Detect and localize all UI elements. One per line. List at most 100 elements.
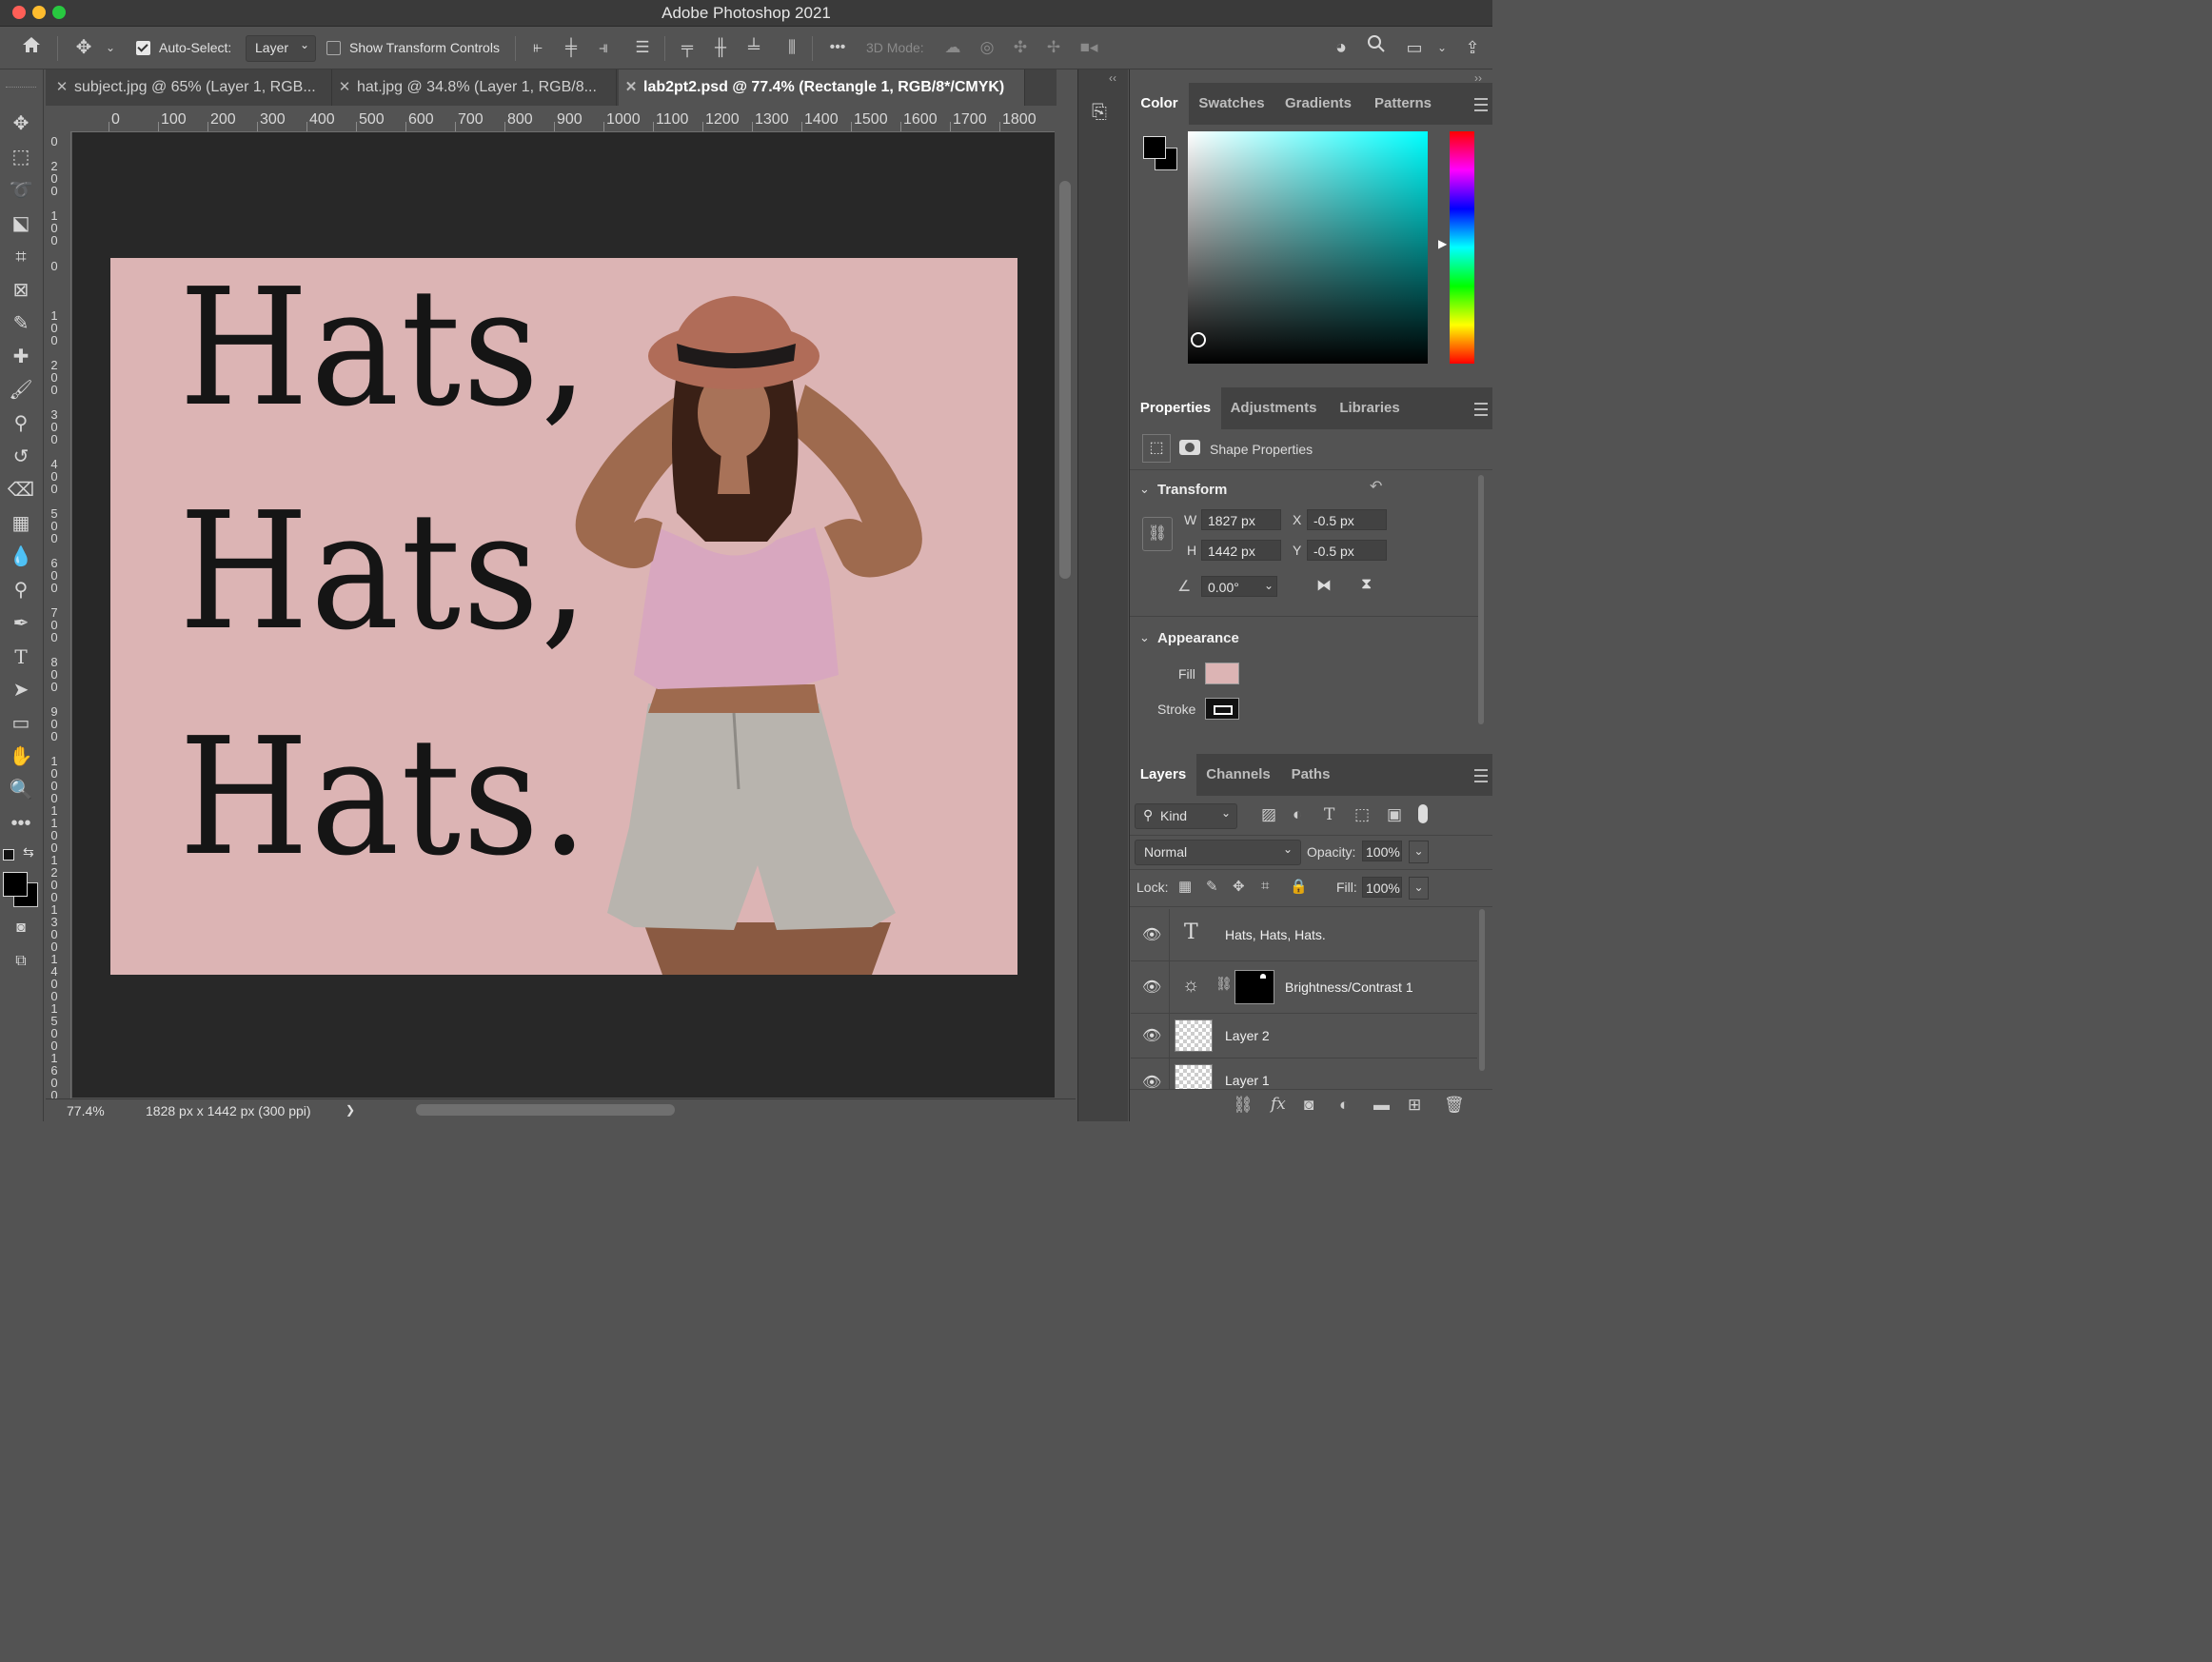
eye-icon[interactable]: 👁 [1142, 1026, 1161, 1045]
eyedropper-tool-icon[interactable]: ✎ [6, 309, 36, 338]
adjustment-layer-icon[interactable]: ◐ [1339, 1096, 1349, 1115]
tab-channels[interactable]: Channels [1196, 754, 1280, 796]
filter-pixel-icon[interactable]: ▨ [1261, 805, 1276, 824]
document-canvas[interactable]: Hats, Hats, Hats. [110, 258, 1017, 975]
more-options-button[interactable]: ••• [824, 34, 851, 61]
panel-menu-icon[interactable] [1474, 98, 1488, 111]
lock-position-icon[interactable]: ✥ [1233, 878, 1245, 895]
move-tool-icon[interactable]: ✥ [70, 34, 97, 61]
foreground-color-swatch[interactable] [1143, 136, 1166, 159]
hand-tool-icon[interactable]: ✋ [6, 742, 36, 771]
reset-transform-icon[interactable]: ↶ [1370, 477, 1382, 496]
tab-layers[interactable]: Layers [1130, 754, 1196, 796]
distribute-vertical-icon[interactable]: ⫼ [780, 34, 803, 61]
chevron-down-icon[interactable]: ⌄ [1434, 34, 1450, 61]
3d-pan-icon[interactable]: ✣ [1008, 34, 1033, 61]
foreground-color-swatch[interactable] [3, 872, 28, 897]
tab-gradients[interactable]: Gradients [1274, 83, 1362, 125]
3d-orbit-icon[interactable]: ☁ [940, 34, 965, 61]
lasso-tool-icon[interactable]: ➰ [6, 176, 36, 205]
show-transform-checkbox[interactable] [326, 41, 341, 55]
frame-tool-icon[interactable]: ⊠ [6, 276, 36, 305]
clone-stamp-tool-icon[interactable]: ⚲ [6, 409, 36, 438]
tab-adjustments[interactable]: Adjustments [1221, 387, 1326, 429]
tab-hat[interactable]: ✕ hat.jpg @ 34.8% (Layer 1, RGB/8... [332, 69, 617, 106]
eye-icon[interactable]: 👁 [1142, 1073, 1161, 1089]
screen-mode-icon[interactable]: ⧉ [6, 947, 36, 976]
pen-tool-icon[interactable]: ✒ [6, 609, 36, 638]
user-help-icon[interactable]: ◕ [1327, 34, 1355, 61]
align-center-h-icon[interactable]: ╪ [560, 34, 583, 61]
new-group-icon[interactable]: ▬ [1373, 1096, 1390, 1115]
layer-name[interactable]: Layer 1 [1225, 1073, 1270, 1088]
chevron-down-icon[interactable]: ⌄ [1409, 877, 1429, 900]
swap-colors-icon[interactable]: ⇆ [23, 844, 34, 861]
rectangle-tool-icon[interactable]: ▭ [6, 709, 36, 738]
eraser-tool-icon[interactable]: ⌫ [6, 476, 36, 505]
panel-menu-icon[interactable] [1474, 769, 1488, 782]
stroke-color-swatch[interactable] [1205, 698, 1239, 720]
tab-libraries[interactable]: Libraries [1326, 387, 1413, 429]
tab-color[interactable]: Color [1130, 83, 1189, 125]
filter-toggle-icon[interactable] [1418, 804, 1428, 823]
auto-select-checkbox[interactable] [136, 41, 150, 55]
lock-pixels-icon[interactable]: ✎ [1206, 878, 1218, 895]
vertical-ruler[interactable]: 0 2 0 0 1 0 0 0 1 0 0 2 0 0 3 0 0 4 0 0 … [46, 131, 71, 1101]
align-bottom-icon[interactable]: ╧ [742, 34, 765, 61]
close-icon[interactable]: ✕ [332, 69, 357, 106]
fill-color-swatch[interactable] [1205, 663, 1239, 684]
type-tool-icon[interactable]: T [6, 643, 36, 671]
appearance-section-title[interactable]: Appearance [1157, 630, 1239, 646]
layer-mask-thumbnail[interactable] [1234, 970, 1274, 1004]
close-icon[interactable]: ✕ [49, 69, 74, 106]
layer-row-layer1[interactable]: 👁 Layer 1 [1131, 1059, 1477, 1089]
width-field[interactable]: 1827 px [1201, 509, 1281, 530]
align-top-icon[interactable]: ╤ [676, 34, 699, 61]
history-panel-icon[interactable]: ⎘ [1092, 102, 1107, 124]
shape-icon[interactable]: ⬚ [1142, 434, 1171, 463]
object-select-tool-icon[interactable]: ⬕ [6, 209, 36, 238]
zoom-level[interactable]: 77.4% [67, 1103, 105, 1118]
crop-tool-icon[interactable]: ⌗ [6, 243, 36, 271]
home-icon[interactable] [17, 34, 46, 61]
lock-all-icon[interactable]: 🔒 [1290, 878, 1308, 895]
chevron-right-icon[interactable]: ❯ [346, 1103, 355, 1117]
close-icon[interactable]: ✕ [619, 69, 643, 106]
filter-adjustment-icon[interactable]: ◐ [1293, 805, 1302, 824]
chevron-down-icon[interactable]: ⌄ [1139, 630, 1150, 645]
document-info[interactable]: 1828 px x 1442 px (300 ppi) [146, 1103, 311, 1118]
layer-row-layer2[interactable]: 👁 Layer 2 [1131, 1014, 1477, 1059]
edit-toolbar-icon[interactable]: ••• [6, 809, 36, 838]
hue-slider-handle[interactable]: ▶ [1438, 237, 1447, 250]
properties-scrollbar[interactable] [1478, 475, 1484, 724]
eye-icon[interactable]: 👁 [1142, 925, 1161, 944]
horizontal-ruler[interactable]: 0 100 200 300 400 500 600 700 800 900 10… [72, 107, 1055, 132]
chevron-down-icon[interactable]: ⌄ [103, 34, 118, 61]
color-picker-handle[interactable] [1191, 332, 1206, 347]
new-layer-icon[interactable]: ⊞ [1408, 1096, 1421, 1115]
chevron-down-icon[interactable]: ⌄ [1139, 482, 1150, 497]
tab-swatches[interactable]: Swatches [1189, 83, 1274, 125]
hue-slider[interactable] [1450, 131, 1474, 364]
x-position-field[interactable]: -0.5 px [1307, 509, 1387, 530]
history-brush-tool-icon[interactable]: ↺ [6, 443, 36, 471]
layer-fill-field[interactable]: 100% [1362, 877, 1402, 898]
align-left-icon[interactable]: ⫦ [526, 34, 549, 61]
add-mask-icon[interactable]: ◙ [1304, 1096, 1313, 1115]
horizontal-scrollbar-thumb[interactable] [416, 1104, 675, 1116]
chevron-down-icon[interactable]: ⌄ [1409, 841, 1429, 863]
panel-menu-icon[interactable] [1474, 403, 1488, 416]
eye-icon[interactable]: 👁 [1142, 978, 1161, 997]
quick-mask-icon[interactable]: ◙ [6, 914, 36, 942]
layer-row-text[interactable]: 👁 T Hats, Hats, Hats. [1131, 909, 1477, 961]
ruler-origin[interactable] [46, 107, 73, 132]
tab-properties[interactable]: Properties [1130, 387, 1221, 429]
layers-scrollbar[interactable] [1479, 909, 1485, 1071]
lock-artboard-icon[interactable]: ⌗ [1261, 878, 1269, 894]
healing-brush-tool-icon[interactable]: ✚ [6, 343, 36, 371]
dodge-tool-icon[interactable]: ⚲ [6, 576, 36, 604]
filter-kind-dropdown[interactable]: ⚲ Kind ⌄ [1135, 803, 1237, 829]
tab-subject[interactable]: ✕ subject.jpg @ 65% (Layer 1, RGB... [49, 69, 332, 106]
zoom-tool-icon[interactable]: 🔍 [6, 776, 36, 804]
filter-type-icon[interactable]: T [1324, 805, 1334, 824]
